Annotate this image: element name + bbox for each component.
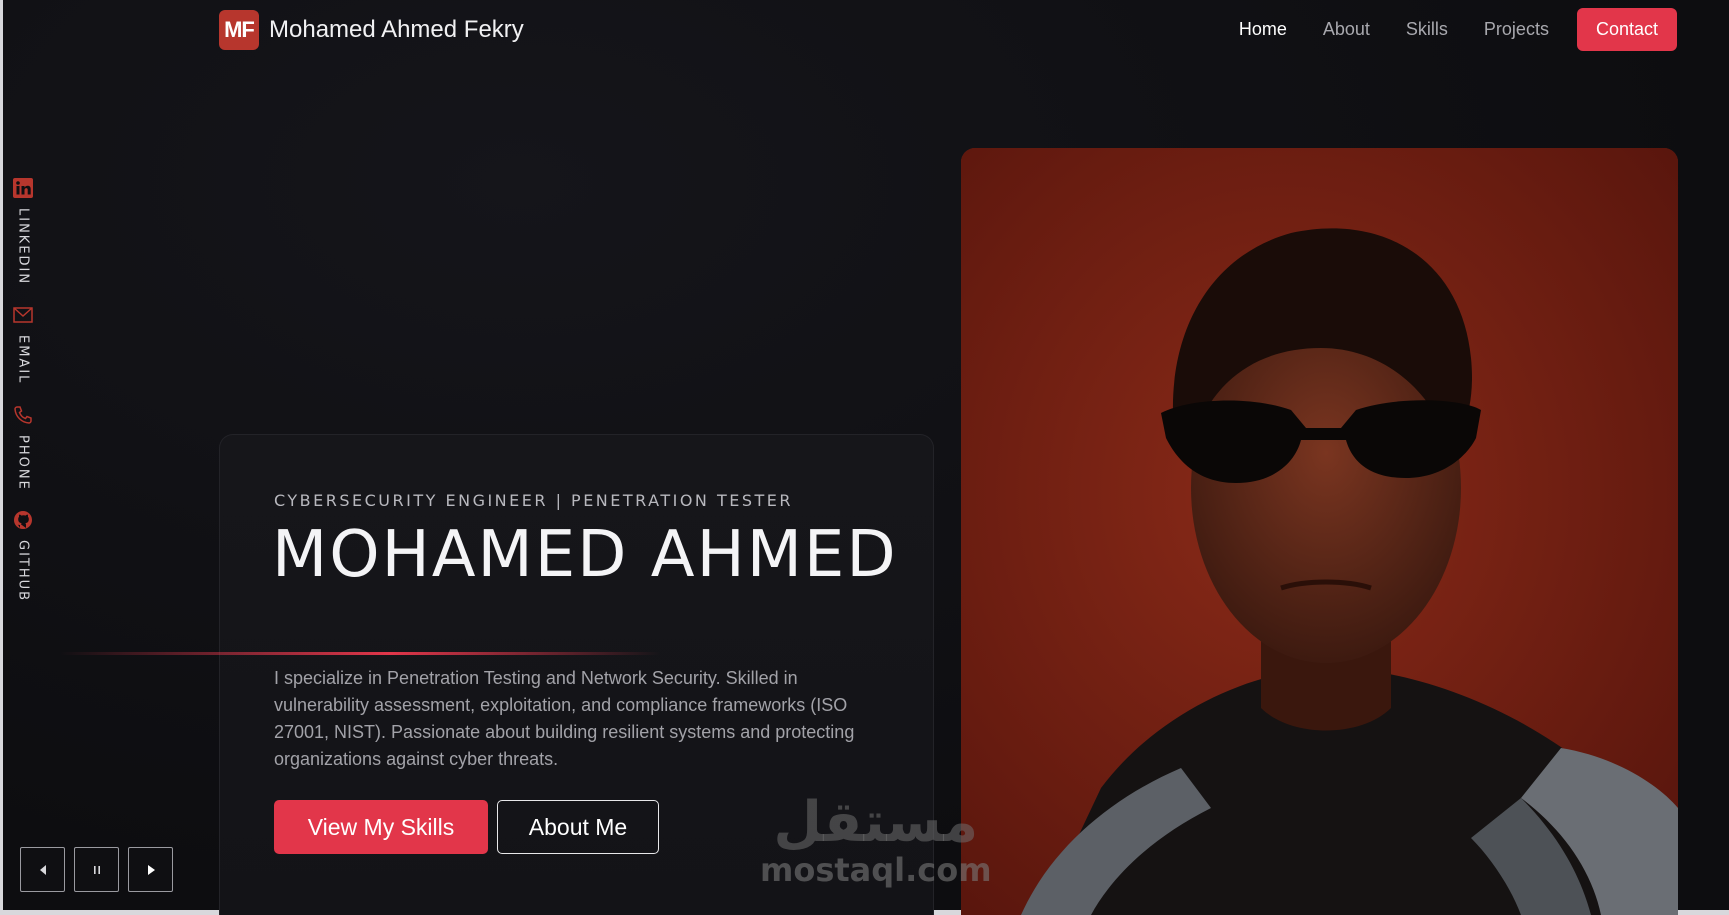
hero-subtitle: CYBERSECURITY ENGINEER | PENETRATION TES…: [274, 491, 794, 510]
contact-button[interactable]: Contact: [1576, 8, 1677, 51]
prev-button[interactable]: [20, 847, 65, 892]
social-email[interactable]: EMAIL: [10, 305, 36, 385]
hero-name: MOHAMED AHMED: [272, 518, 898, 592]
next-icon: [147, 864, 155, 875]
mostaql-watermark: مستقل mostaql.com: [760, 790, 992, 890]
github-icon: [13, 510, 33, 530]
portrait-illustration: [961, 148, 1678, 915]
social-phone[interactable]: PHONE: [10, 405, 36, 491]
social-label: EMAIL: [15, 335, 31, 385]
logo-badge: MF: [219, 10, 259, 50]
phone-icon: [13, 405, 33, 425]
pause-button[interactable]: [74, 847, 119, 892]
watermark-latin: mostaql.com: [760, 851, 992, 889]
social-label: LINKEDIN: [15, 208, 31, 286]
main-nav: Home About Skills Projects Contact: [1221, 8, 1677, 51]
pause-icon: [93, 865, 100, 874]
prev-icon: [39, 864, 46, 875]
carousel-controls: [20, 847, 173, 892]
nav-home[interactable]: Home: [1221, 9, 1305, 50]
linkedin-icon: [13, 178, 33, 198]
brand-name: Mohamed Ahmed Fekry: [269, 16, 524, 43]
about-me-button[interactable]: About Me: [497, 800, 659, 854]
email-icon: [13, 305, 33, 325]
accent-divider: [60, 652, 660, 655]
next-button[interactable]: [128, 847, 173, 892]
view-skills-button[interactable]: View My Skills: [274, 800, 488, 854]
social-label: PHONE: [15, 434, 31, 491]
nav-about[interactable]: About: [1305, 9, 1388, 50]
nav-skills[interactable]: Skills: [1388, 9, 1466, 50]
hero-description: I specialize in Penetration Testing and …: [274, 668, 855, 769]
watermark-arabic: مستقل: [773, 790, 979, 855]
social-sidebar: LINKEDIN EMAIL PHONE GITHUB: [10, 178, 36, 622]
social-label: GITHUB: [15, 540, 31, 603]
brand-logo[interactable]: MF Mohamed Ahmed Fekry: [219, 10, 524, 50]
nav-projects[interactable]: Projects: [1466, 9, 1567, 50]
social-linkedin[interactable]: LINKEDIN: [10, 178, 36, 285]
portrait-photo: [961, 148, 1678, 915]
social-github[interactable]: GITHUB: [10, 510, 36, 602]
